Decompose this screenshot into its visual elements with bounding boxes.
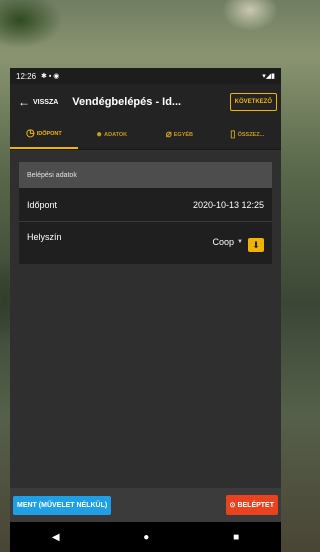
signal-battery-icons: ▾◢▮ <box>262 73 275 80</box>
entry-data-card: Belépési adatok Időpont 2020-10-13 12:25… <box>19 162 272 264</box>
location-select[interactable]: Coop ▼ <box>213 237 243 247</box>
card-header: Belépési adatok <box>19 162 272 188</box>
summary-icon: ▯ <box>230 129 236 140</box>
tab-label: IDŐPONT <box>36 130 62 137</box>
nav-recents-icon[interactable]: ■ <box>233 532 239 543</box>
page-title: Vendégbelépés - Id... <box>72 96 182 108</box>
tab-egyeb[interactable]: ⌀ EGYÉB <box>146 120 214 149</box>
notification-icons: ✱ ▪ ◉ <box>41 73 60 80</box>
back-label: VISSZA <box>33 98 59 106</box>
location-label: Helyszín <box>27 232 62 242</box>
person-icon: ● <box>96 129 103 140</box>
system-nav-bar: ◀ ● ■ <box>10 522 281 552</box>
tab-adatok[interactable]: ● ADATOK <box>78 120 146 149</box>
save-button[interactable]: MENT (MŰVELET NÉLKÜL) <box>13 495 112 515</box>
location-value: Coop <box>212 237 235 247</box>
tab-bar: ◷ IDŐPONT ● ADATOK ⌀ EGYÉB ▯ ÖSSZEZ... <box>10 120 281 150</box>
status-time: 12:26 <box>16 71 37 81</box>
location-row: Helyszín Coop ▼ ⬇ <box>19 222 272 264</box>
phone-screen: 12:26 ✱ ▪ ◉ ▾◢▮ ← VISSZA Vendégbelépés -… <box>10 68 281 552</box>
download-button[interactable]: ⬇ <box>248 238 264 252</box>
enter-button[interactable]: ⊙ BELÉPTET <box>225 495 278 515</box>
arrow-circle-icon: ⊙ <box>229 502 236 509</box>
clock-icon: ◷ <box>25 128 35 139</box>
time-row[interactable]: Időpont 2020-10-13 12:25 <box>19 188 272 222</box>
enter-label: BELÉPTET <box>237 501 274 509</box>
nav-home-icon[interactable]: ● <box>143 532 149 543</box>
next-button[interactable]: KÖVETKEZŐ <box>229 93 277 111</box>
main-content: Belépési adatok Időpont 2020-10-13 12:25… <box>10 150 281 264</box>
download-icon: ⬇ <box>252 239 260 250</box>
paperclip-icon: ⌀ <box>165 129 172 140</box>
tab-label: EGYÉB <box>173 131 194 138</box>
tab-osszegzes[interactable]: ▯ ÖSSZEZ... <box>213 120 281 149</box>
time-label: Időpont <box>27 199 58 210</box>
chevron-down-icon: ▼ <box>237 239 243 245</box>
nav-back-icon[interactable]: ◀ <box>52 532 60 543</box>
tab-label: ADATOK <box>104 131 128 138</box>
action-bar: MENT (MŰVELET NÉLKÜL) ⊙ BELÉPTET <box>10 488 281 522</box>
arrow-left-icon: ← <box>18 95 30 109</box>
back-button[interactable]: ← VISSZA <box>18 95 58 109</box>
app-bar: ← VISSZA Vendégbelépés - Id... KÖVETKEZŐ <box>10 84 281 120</box>
time-value: 2020-10-13 12:25 <box>192 199 264 210</box>
tab-idopont[interactable]: ◷ IDŐPONT <box>10 120 78 149</box>
tab-label: ÖSSZEZ... <box>237 131 265 138</box>
status-bar: 12:26 ✱ ▪ ◉ ▾◢▮ <box>10 68 281 84</box>
